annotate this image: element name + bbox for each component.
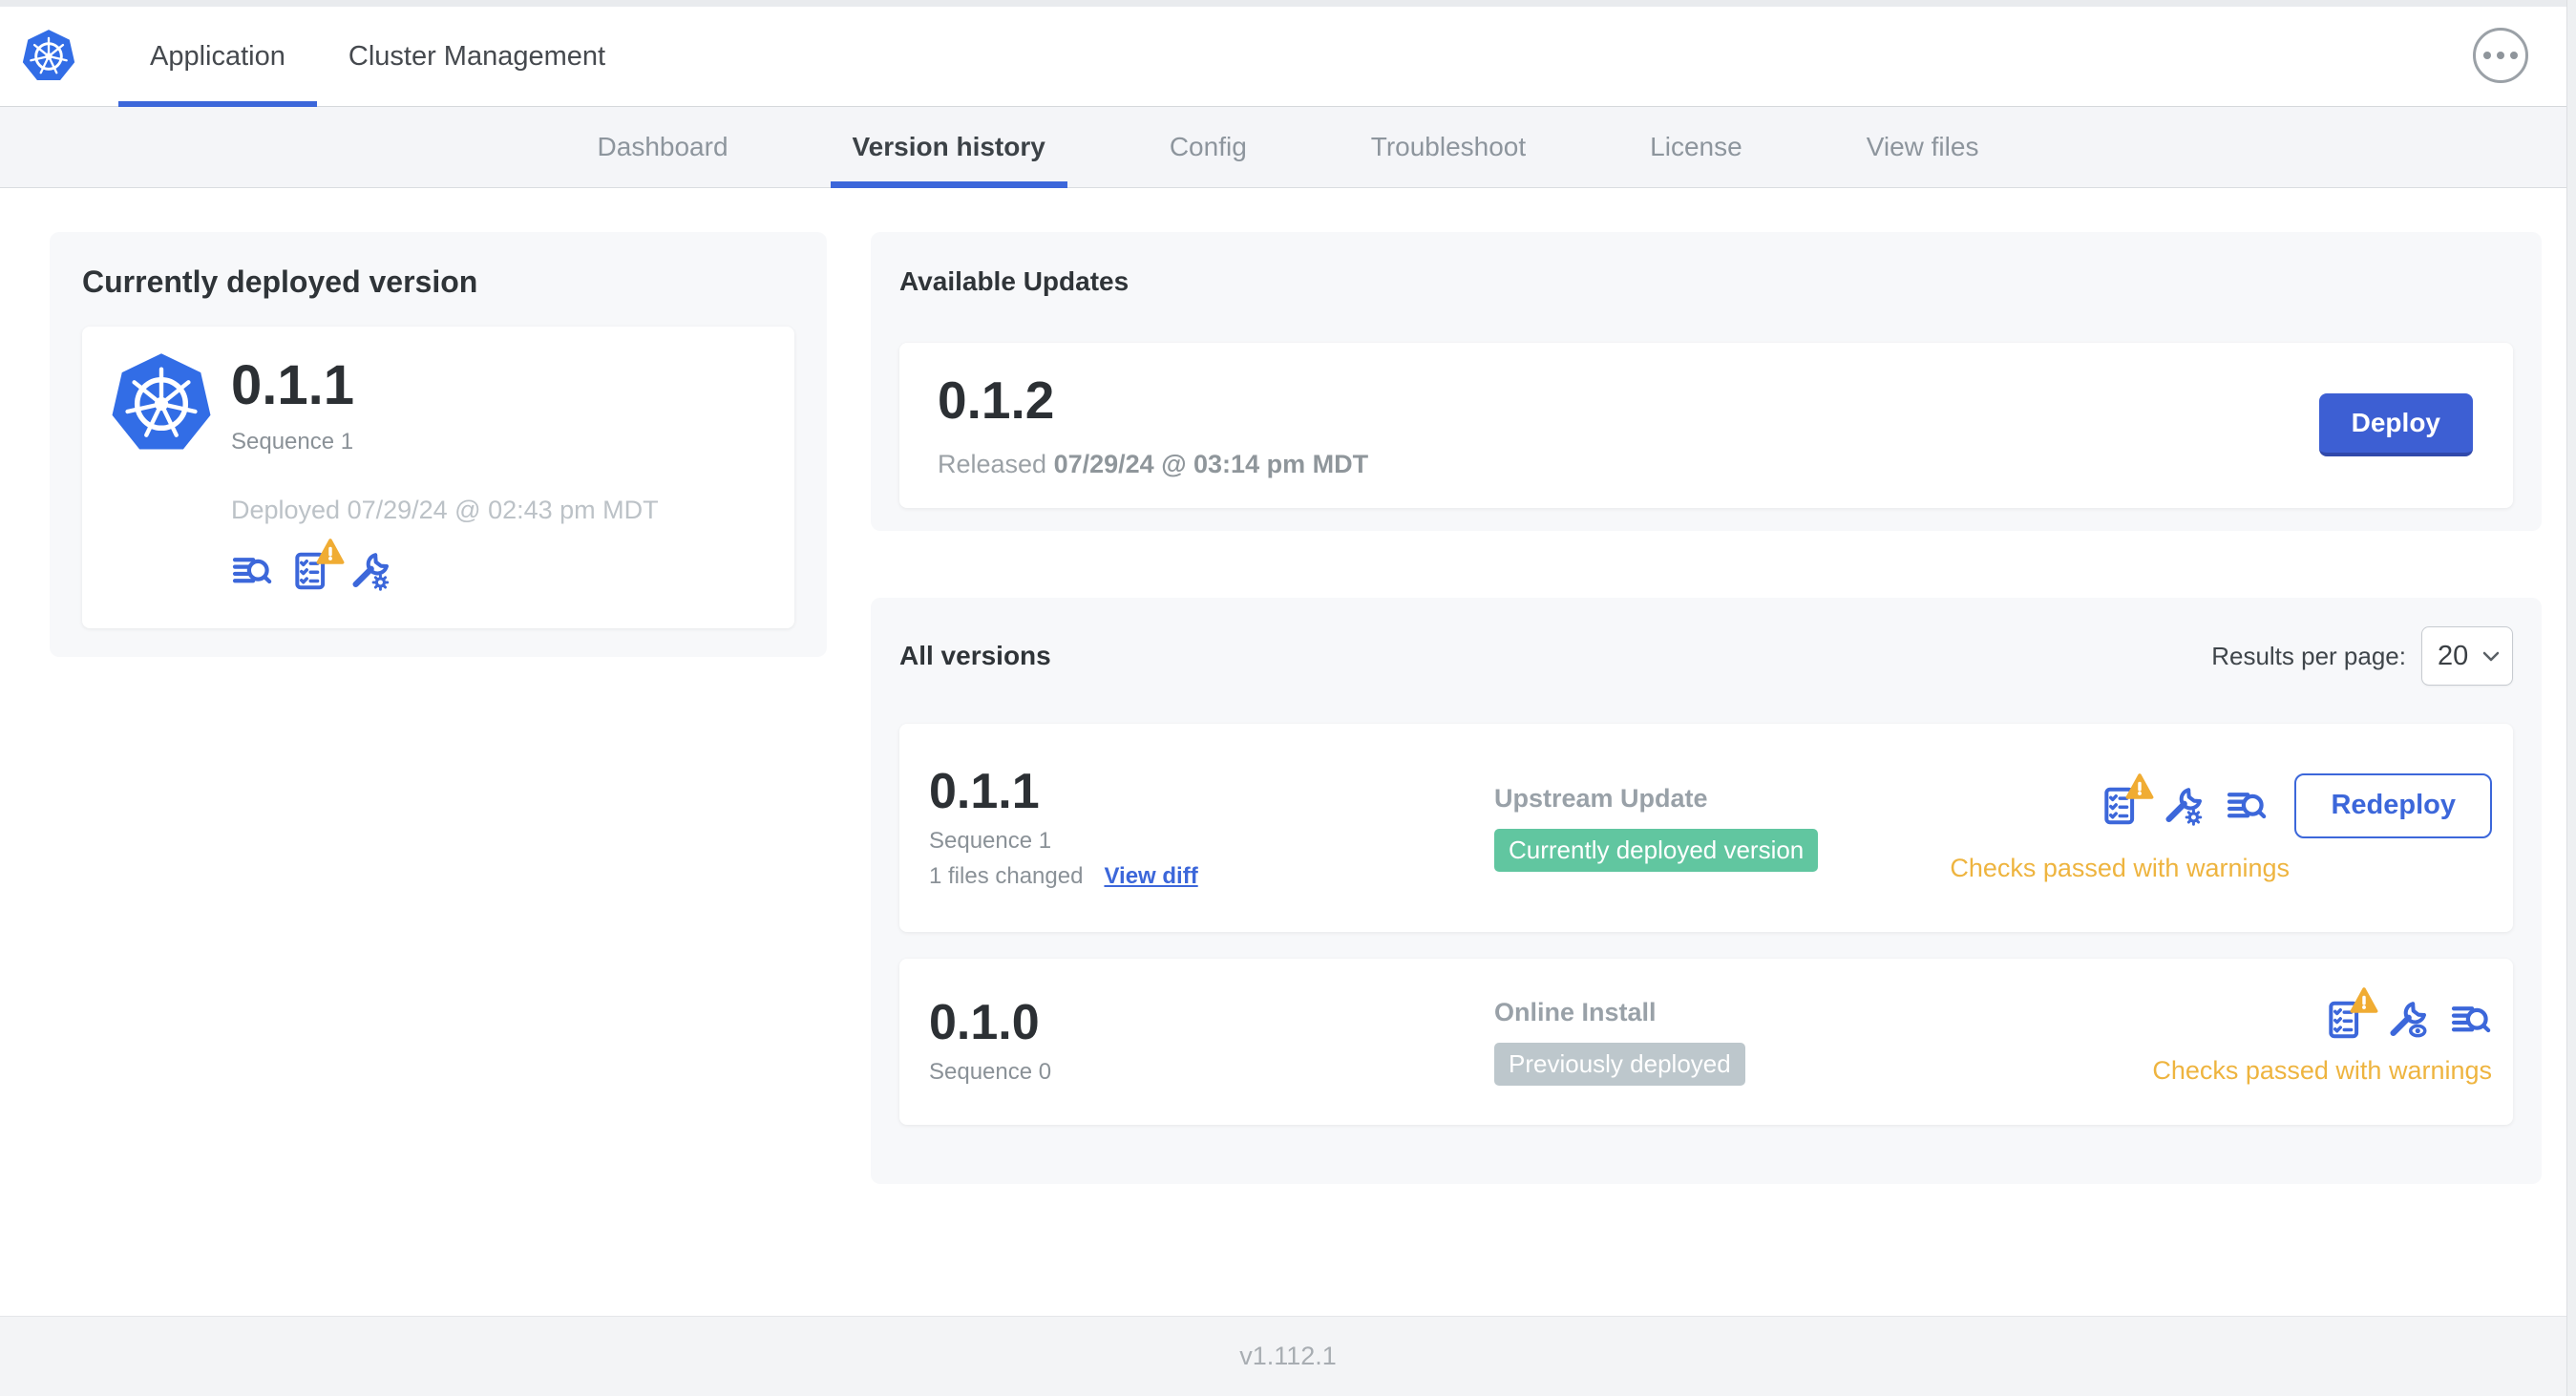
subnav-tab-config[interactable]: Config xyxy=(1108,107,1309,187)
top-tabs: Application Cluster Management xyxy=(118,7,637,107)
chevron-down-icon xyxy=(2482,651,2500,662)
kubernetes-logo-icon xyxy=(21,29,76,82)
results-per-page: Results per page: 20 xyxy=(2211,626,2513,686)
row-sequence: Sequence 1 xyxy=(929,827,1052,854)
warning-triangle-icon xyxy=(2350,986,2378,1013)
tab-application[interactable]: Application xyxy=(118,7,317,107)
console-version-label: v1.112.1 xyxy=(1239,1342,1337,1370)
deployed-sequence: Sequence 1 xyxy=(231,428,354,455)
version-source-label: Online Install xyxy=(1494,998,1657,1027)
results-per-page-select[interactable]: 20 xyxy=(2421,626,2513,686)
footer: v1.112.1 xyxy=(0,1316,2576,1396)
currently-deployed-title: Currently deployed version xyxy=(82,264,478,299)
subnav-tab-dashboard[interactable]: Dashboard xyxy=(536,107,791,187)
right-column: Available Updates 0.1.2 Released 07/29/2… xyxy=(871,232,2542,1184)
subnav-tab-view-files[interactable]: View files xyxy=(1805,107,2041,187)
row-version-number: 0.1.1 xyxy=(929,763,1040,819)
tab-application-label: Application xyxy=(150,40,285,72)
tab-cluster-management-label: Cluster Management xyxy=(348,40,606,72)
app-subnav: Dashboard Version history Config Trouble… xyxy=(0,107,2576,188)
warning-triangle-icon xyxy=(316,539,345,564)
preflight-checks-warning-icon[interactable] xyxy=(2324,986,2378,1041)
window-top-strip xyxy=(0,0,2576,7)
release-notes-icon[interactable] xyxy=(2226,785,2268,827)
ellipsis-icon xyxy=(2483,52,2491,59)
row-action-icons xyxy=(2324,986,2492,1041)
deployed-timestamp: Deployed 07/29/24 @ 02:43 pm MDT xyxy=(231,495,659,524)
checks-status-link[interactable]: Checks passed with warnings xyxy=(2152,1056,2492,1086)
all-versions-header: All versions Results per page: 20 xyxy=(899,626,2513,686)
preflight-checks-warning-icon[interactable] xyxy=(290,539,345,592)
version-row: 0.1.0 Sequence 0 Online Install Previous… xyxy=(899,959,2513,1125)
app-kubernetes-logo-icon xyxy=(109,351,214,456)
warning-triangle-icon xyxy=(2126,772,2154,799)
status-badge: Previously deployed xyxy=(1494,1043,1745,1086)
config-icon[interactable] xyxy=(349,550,391,592)
scrollbar[interactable] xyxy=(2566,0,2576,1396)
release-notes-icon[interactable] xyxy=(2450,999,2492,1041)
update-row: 0.1.2 Released 07/29/24 @ 03:14 pm MDT D… xyxy=(899,343,2513,508)
view-diff-link[interactable]: View diff xyxy=(1104,863,1197,890)
redeploy-button[interactable]: Redeploy xyxy=(2294,772,2492,838)
main-content: Currently deployed version 0.1.1 Sequenc… xyxy=(0,188,2576,1316)
available-updates-card: Available Updates 0.1.2 Released 07/29/2… xyxy=(871,232,2542,531)
subnav-tab-license[interactable]: License xyxy=(1588,107,1805,187)
subnav-tab-version-history[interactable]: Version history xyxy=(791,107,1108,188)
update-released-timestamp: 07/29/24 @ 03:14 pm MDT xyxy=(1053,450,1369,478)
row-sequence: Sequence 0 xyxy=(929,1059,1052,1085)
version-row: 0.1.1 Sequence 1 1 files changed View di… xyxy=(899,724,2513,932)
preflight-checks-warning-icon[interactable] xyxy=(2100,772,2154,827)
update-version-number: 0.1.2 xyxy=(938,370,1055,430)
config-diff-icon[interactable] xyxy=(2387,999,2429,1041)
admin-console-page: Application Cluster Management Dashboard… xyxy=(0,0,2576,1396)
update-released-line: Released 07/29/24 @ 03:14 pm MDT xyxy=(938,450,1369,478)
row-version-number: 0.1.0 xyxy=(929,995,1040,1050)
tab-cluster-management[interactable]: Cluster Management xyxy=(317,7,637,106)
release-notes-icon[interactable] xyxy=(231,550,273,592)
config-icon[interactable] xyxy=(2163,785,2205,827)
deployed-version-number: 0.1.1 xyxy=(231,354,354,416)
subnav-tab-troubleshoot[interactable]: Troubleshoot xyxy=(1309,107,1588,187)
results-per-page-label: Results per page: xyxy=(2211,641,2406,670)
more-menu-button[interactable] xyxy=(2473,28,2528,83)
version-source-label: Upstream Update xyxy=(1494,784,1708,814)
topbar: Application Cluster Management xyxy=(0,7,2576,107)
all-versions-card: All versions Results per page: 20 0.1.1 … xyxy=(871,598,2542,1184)
checks-status-link[interactable]: Checks passed with warnings xyxy=(1950,854,2290,883)
currently-deployed-card: Currently deployed version 0.1.1 Sequenc… xyxy=(50,232,827,657)
all-versions-title: All versions xyxy=(899,641,1051,670)
row-action-icons: Redeploy xyxy=(2100,772,2492,838)
deployed-version-panel: 0.1.1 Sequence 1 Deployed 07/29/24 @ 02:… xyxy=(82,327,794,628)
files-changed-label: 1 files changed xyxy=(929,862,1084,889)
available-updates-title: Available Updates xyxy=(899,266,1130,296)
status-badge: Currently deployed version xyxy=(1494,829,1819,872)
deployed-action-icons xyxy=(231,539,659,592)
deploy-button[interactable]: Deploy xyxy=(2318,392,2473,456)
